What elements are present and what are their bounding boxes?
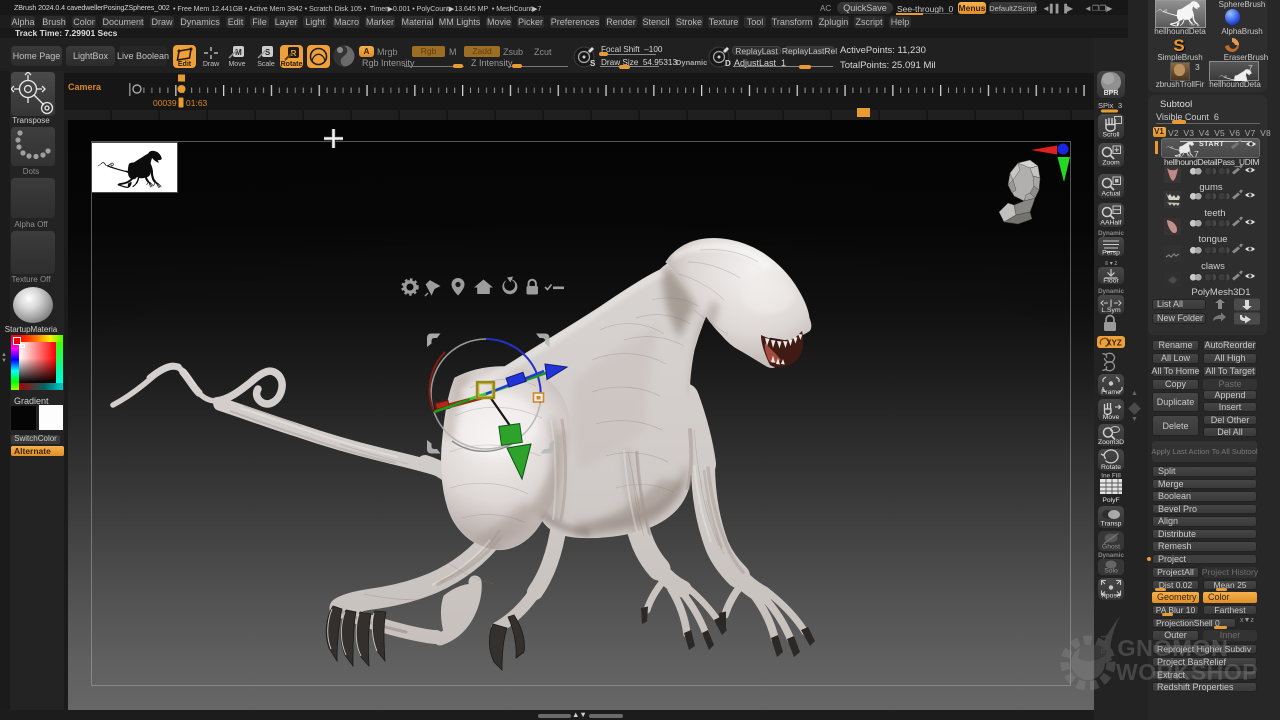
svg-text:Ine Fill: Ine Fill bbox=[1101, 473, 1121, 480]
svg-text:Edit: Edit bbox=[178, 61, 192, 68]
svg-text:Zoom3D: Zoom3D bbox=[1098, 439, 1124, 446]
svg-text:Rotate: Rotate bbox=[281, 61, 303, 68]
svg-text:SPix: SPix bbox=[1098, 101, 1114, 110]
svg-text:GNOMON: GNOMON bbox=[1117, 635, 1228, 661]
svg-text:WORKSHOP: WORKSHOP bbox=[1116, 659, 1258, 685]
svg-text:teeth: teeth bbox=[1204, 208, 1225, 219]
svg-text:L.Sym: L.Sym bbox=[1101, 307, 1121, 314]
svg-text:S: S bbox=[590, 59, 596, 68]
svg-text:XYZ: XYZ bbox=[1106, 339, 1122, 348]
svg-text:00039: 00039 bbox=[153, 98, 177, 108]
svg-text:01:63: 01:63 bbox=[186, 98, 208, 108]
svg-text:Floor: Floor bbox=[1103, 278, 1119, 285]
svg-text:Frame: Frame bbox=[1101, 389, 1121, 396]
svg-text:Move: Move bbox=[1103, 414, 1120, 421]
svg-text:Dynamic: Dynamic bbox=[1098, 230, 1124, 237]
svg-text:Dynamic: Dynamic bbox=[1098, 288, 1124, 295]
svg-text:tongue: tongue bbox=[1198, 234, 1227, 245]
svg-text:AAHalf: AAHalf bbox=[1100, 220, 1121, 227]
svg-text:Solo: Solo bbox=[1104, 568, 1118, 575]
svg-text:Rotate: Rotate bbox=[1101, 464, 1121, 471]
svg-text:≡ ▾ z: ≡ ▾ z bbox=[1105, 261, 1118, 267]
svg-text:Move: Move bbox=[228, 61, 245, 68]
svg-text:Ghost: Ghost bbox=[1102, 544, 1120, 551]
svg-text:Transp: Transp bbox=[1101, 521, 1122, 528]
svg-text:THE: THE bbox=[1099, 634, 1109, 655]
svg-text:M: M bbox=[235, 48, 242, 57]
svg-text:Scale: Scale bbox=[257, 61, 275, 68]
svg-text:claws: claws bbox=[1201, 261, 1225, 272]
svg-text:Dynamic: Dynamic bbox=[1098, 552, 1124, 559]
svg-text:3: 3 bbox=[1118, 101, 1122, 110]
svg-text:Actual: Actual bbox=[1102, 191, 1121, 198]
svg-text:S: S bbox=[265, 48, 271, 57]
svg-text:BPR: BPR bbox=[1104, 90, 1119, 97]
svg-text:Scroll: Scroll bbox=[1103, 132, 1120, 139]
svg-text:gums: gums bbox=[1199, 182, 1222, 193]
svg-text:Zoom: Zoom bbox=[1102, 160, 1120, 167]
svg-text:Persp: Persp bbox=[1102, 250, 1120, 257]
svg-text:Xpose: Xpose bbox=[1101, 593, 1120, 600]
svg-text:PolyMesh3D1: PolyMesh3D1 bbox=[1191, 287, 1250, 298]
svg-text:PolyF: PolyF bbox=[1102, 497, 1119, 504]
svg-text:Draw: Draw bbox=[203, 61, 220, 68]
svg-text:D: D bbox=[725, 59, 731, 68]
